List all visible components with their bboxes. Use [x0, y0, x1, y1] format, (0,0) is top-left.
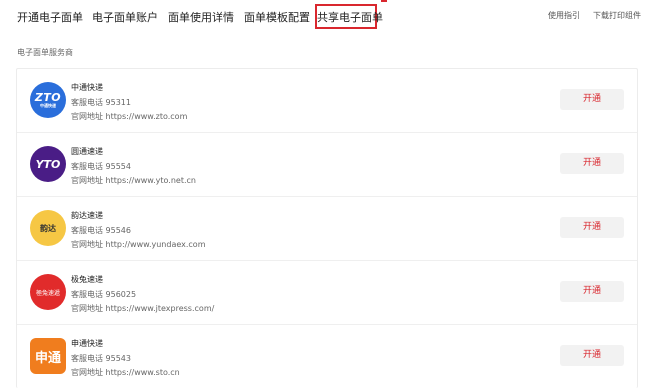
- provider-row-yto: YTO 圆通速递 客服电话 95554 官网地址 https://www.yto…: [17, 133, 637, 197]
- provider-row-zto: ZTO 中通快递 中通快递 客服电话 95311 官网地址 https://www…: [17, 69, 637, 133]
- sto-logo-icon: 申通: [30, 338, 66, 374]
- provider-phone: 客服电话 95543: [71, 354, 131, 363]
- tab-template-config[interactable]: 面单模板配置: [244, 9, 310, 25]
- provider-website: 官网地址 https://www.zto.com: [71, 112, 188, 121]
- open-button[interactable]: 开通: [560, 281, 624, 302]
- provider-row-sto: 申通 申通快递 客服电话 95543 官网地址 https://www.sto.…: [17, 325, 637, 389]
- download-print-component-link[interactable]: 下载打印组件: [593, 10, 641, 21]
- jt-logo-icon: 極兔速遞: [30, 274, 66, 310]
- provider-name: 极兔速递: [71, 275, 103, 284]
- top-navigation: 开通电子面单 电子面单账户 面单使用详情 面单模板配置 共享电子面单 使用指引 …: [0, 0, 660, 36]
- provider-row-jt: 極兔速遞 极兔速递 客服电话 956025 官网地址 https://www.j…: [17, 261, 637, 325]
- tab-open-waybill[interactable]: 开通电子面单: [17, 9, 83, 25]
- provider-website: 官网地址 https://www.jtexpress.com/: [71, 304, 215, 313]
- yto-logo-icon: YTO: [30, 146, 66, 182]
- provider-row-yunda: 韵达 韵达速递 客服电话 95546 官网地址 http://www.yunda…: [17, 197, 637, 261]
- guide-link[interactable]: 使用指引: [548, 10, 580, 21]
- provider-website: 官网地址 https://www.yto.net.cn: [71, 176, 196, 185]
- open-button[interactable]: 开通: [560, 217, 624, 238]
- provider-name: 韵达速递: [71, 211, 103, 220]
- active-marker: [381, 0, 387, 2]
- provider-website: 官网地址 https://www.sto.cn: [71, 368, 180, 377]
- open-button[interactable]: 开通: [560, 345, 624, 366]
- tab-usage-details[interactable]: 面单使用详情: [168, 9, 234, 25]
- tab-waybill-account[interactable]: 电子面单账户: [92, 9, 158, 25]
- zto-logo-icon: ZTO 中通快递: [30, 82, 66, 118]
- provider-website: 官网地址 http://www.yundaex.com: [71, 240, 206, 249]
- open-button[interactable]: 开通: [560, 89, 624, 110]
- yunda-logo-icon: 韵达: [30, 210, 66, 246]
- open-button[interactable]: 开通: [560, 153, 624, 174]
- provider-name: 中通快递: [71, 83, 103, 92]
- provider-phone: 客服电话 95554: [71, 162, 131, 171]
- tab-shared-waybill[interactable]: 共享电子面单: [315, 4, 383, 29]
- provider-phone: 客服电话 95546: [71, 226, 131, 235]
- provider-phone: 客服电话 95311: [71, 98, 131, 107]
- section-title: 电子面单服务商: [17, 48, 73, 57]
- provider-phone: 客服电话 956025: [71, 290, 137, 299]
- provider-name: 圆通速递: [71, 147, 103, 156]
- provider-name: 申通快递: [71, 339, 103, 348]
